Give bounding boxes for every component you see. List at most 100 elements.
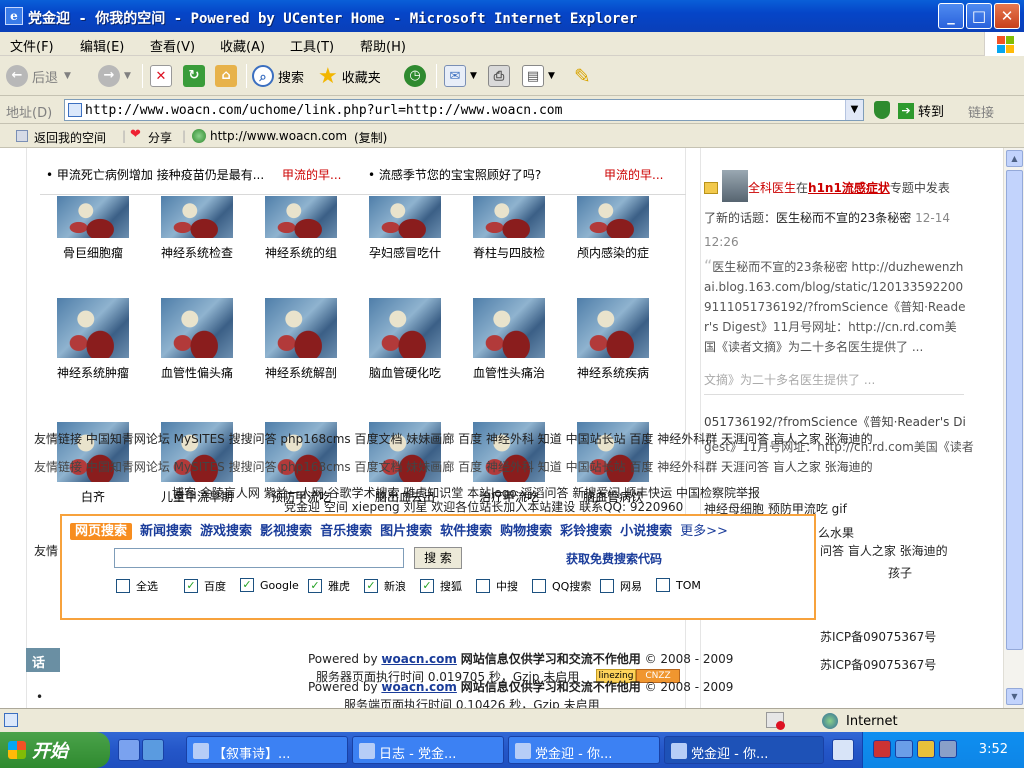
gallery-item[interactable]: 神经系统解剖 — [251, 298, 351, 381]
checkbox[interactable] — [116, 579, 130, 593]
tab-game-search[interactable]: 游戏搜索 — [200, 524, 252, 539]
home-button[interactable]: ⌂ — [215, 62, 241, 90]
vertical-scrollbar[interactable]: ▲ ▼ — [1003, 148, 1024, 708]
gallery-caption[interactable]: 神经系统的组 — [251, 244, 351, 261]
task-button[interactable]: 日志 - 党金... — [352, 736, 504, 764]
thumbnail-image[interactable] — [369, 298, 441, 358]
maximize-button[interactable]: □ — [966, 3, 992, 29]
gallery-caption[interactable]: 神经系统肿瘤 — [43, 364, 143, 381]
avatar[interactable] — [722, 170, 748, 202]
ie-quicklaunch-icon[interactable] — [142, 739, 164, 761]
go-button[interactable]: ➔ 转到 — [898, 101, 944, 120]
post-title-link[interactable]: 医生秘而不宣的23条秘密 — [776, 211, 911, 225]
favorites-button[interactable]: ★ 收藏夹 — [318, 62, 381, 90]
thumbnail-image[interactable] — [577, 298, 649, 358]
thumbnail-image[interactable] — [57, 196, 129, 238]
tab-software-search[interactable]: 软件搜索 — [440, 524, 492, 539]
more-link[interactable]: 更多>> — [680, 524, 728, 539]
engine-checkbox[interactable]: 网易 — [600, 578, 642, 594]
minimize-button[interactable]: _ — [938, 3, 964, 29]
icp-text[interactable]: 苏ICP备09075367号 — [820, 628, 936, 645]
scroll-up-button[interactable]: ▲ — [1006, 150, 1023, 167]
gallery-caption[interactable]: 神经系统解剖 — [251, 364, 351, 381]
address-url[interactable]: http://www.woacn.com/uchome/link.php?url… — [85, 103, 562, 118]
start-button[interactable]: 开始 — [0, 732, 110, 768]
tab-image-search[interactable]: 图片搜索 — [380, 524, 432, 539]
thumbnail-image[interactable] — [577, 196, 649, 238]
print-button[interactable]: ⎙ — [488, 62, 514, 90]
gallery-item[interactable]: 神经系统检查 — [147, 196, 247, 261]
mail-button[interactable]: ✉ ▼ — [444, 62, 477, 90]
thumbnail-image[interactable] — [57, 298, 129, 358]
tab-shopping-search[interactable]: 购物搜索 — [500, 524, 552, 539]
ie-icon[interactable]: e — [5, 7, 23, 25]
clock[interactable]: 3:52 — [979, 742, 1008, 757]
scroll-thumb[interactable] — [1006, 170, 1023, 650]
network-icon[interactable] — [895, 740, 913, 758]
engine-checkbox[interactable]: QQ搜索 — [532, 578, 591, 594]
tab-ringtone-search[interactable]: 彩铃搜索 — [560, 524, 612, 539]
engine-checkbox[interactable]: 全选 — [116, 578, 158, 594]
shared-url[interactable]: http://www.woacn.com — [210, 129, 347, 143]
gallery-caption[interactable]: 血管性偏头痛 — [147, 364, 247, 381]
checkbox[interactable] — [476, 579, 490, 593]
gallery-caption[interactable]: 白齐 — [43, 488, 143, 505]
gallery-caption[interactable]: 骨巨细胞瘤 — [43, 244, 143, 261]
thumbnail-image[interactable] — [473, 298, 545, 358]
thumbnail-image[interactable] — [161, 196, 233, 238]
tab-news-search[interactable]: 新闻搜索 — [140, 524, 192, 539]
links-button[interactable]: 链接 — [968, 102, 994, 121]
search-submit-button[interactable]: 搜 索 — [414, 547, 462, 569]
news-tag[interactable]: 甲流的早... — [282, 166, 341, 183]
volume-icon[interactable] — [939, 740, 957, 758]
task-button[interactable]: 党金迎 - 你... — [664, 736, 824, 764]
gallery-item[interactable]: 脊柱与四肢检 — [459, 196, 559, 261]
chevron-down-icon[interactable]: ▼ — [64, 71, 71, 81]
misc-text[interactable]: 么水果 — [818, 524, 854, 541]
task-button[interactable]: 【叙事诗】... — [186, 736, 348, 764]
stop-button[interactable]: ✕ — [150, 62, 176, 90]
engine-checkbox[interactable]: TOM — [656, 578, 701, 592]
free-code-link[interactable]: 获取免费搜索代码 — [566, 550, 662, 567]
gallery-caption[interactable]: 脊柱与四肢检 — [459, 244, 559, 261]
address-input[interactable]: http://www.woacn.com/uchome/link.php?url… — [64, 99, 864, 121]
engine-checkbox[interactable]: ✓ 新浪 — [364, 578, 406, 594]
site-link[interactable]: woacn.com — [381, 680, 457, 694]
gallery-caption[interactable]: 孕妇感冒吃什 — [355, 244, 455, 261]
news-item[interactable]: • 甲流死亡病例增加 接种疫苗仍是最有... — [46, 166, 264, 183]
tab-novel-search[interactable]: 小说搜索 — [620, 524, 672, 539]
menu-view[interactable]: 查看(V) — [150, 36, 195, 55]
topic-link[interactable]: h1n1流感症状 — [808, 181, 890, 195]
close-button[interactable]: ✕ — [994, 3, 1020, 29]
share-link[interactable]: 分享 — [148, 129, 172, 146]
engine-checkbox[interactable]: ✓ 百度 — [184, 578, 226, 594]
menu-edit[interactable]: 编辑(E) — [80, 36, 124, 55]
desktop-quicklaunch-icon[interactable] — [118, 739, 140, 761]
language-bar-icon[interactable] — [832, 739, 854, 761]
gallery-caption[interactable]: 颅内感染的症 — [563, 244, 663, 261]
gallery-item[interactable]: 神经系统的组 — [251, 196, 351, 261]
checkbox[interactable] — [600, 579, 614, 593]
edit-button[interactable]: ▤ ▼ — [522, 62, 555, 90]
chevron-down-icon[interactable]: ▼ — [548, 71, 555, 81]
news-tag[interactable]: 甲流的早... — [604, 166, 663, 183]
checkbox[interactable]: ✓ — [240, 578, 254, 592]
back-to-space-link[interactable]: 返回我的空间 — [34, 129, 106, 146]
thumbnail-image[interactable] — [161, 298, 233, 358]
copy-link[interactable]: (复制) — [354, 129, 387, 146]
gallery-caption[interactable]: 脑血管硬化吃 — [355, 364, 455, 381]
gallery-item[interactable]: 血管性偏头痛 — [147, 298, 247, 381]
gallery-item[interactable]: 颅内感染的症 — [563, 196, 663, 261]
search-button[interactable]: ⌕ 搜索 — [252, 62, 304, 90]
checkbox[interactable] — [656, 578, 670, 592]
gallery-item[interactable]: 血管性头痛治 — [459, 298, 559, 381]
task-button[interactable]: 党金迎 - 你... — [508, 736, 660, 764]
friend-links[interactable]: 党金迎 空间 xiepeng 刘星 欢迎各位站长加入本站建设 联系QQ: 922… — [284, 498, 683, 515]
tray-app-icon[interactable] — [873, 740, 891, 758]
thumbnail-image[interactable] — [265, 196, 337, 238]
menu-tools[interactable]: 工具(T) — [290, 36, 334, 55]
friend-links[interactable]: 友情 — [34, 542, 58, 559]
thumbnail-image[interactable] — [265, 298, 337, 358]
menu-favorites[interactable]: 收藏(A) — [220, 36, 265, 55]
menu-help[interactable]: 帮助(H) — [360, 36, 406, 55]
